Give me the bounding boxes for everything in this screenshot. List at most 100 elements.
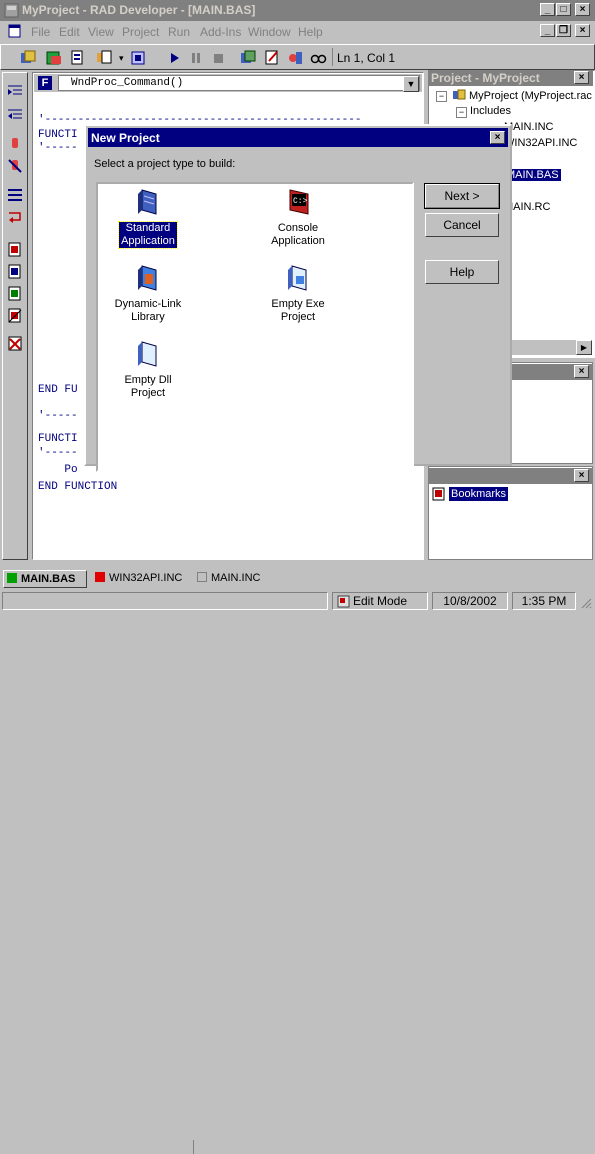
menu-project[interactable]: Project — [122, 25, 159, 39]
menu-view[interactable]: View — [88, 25, 114, 39]
bookmarks-item[interactable]: Bookmarks — [449, 487, 509, 501]
menu-file[interactable]: File — [31, 25, 50, 39]
build-icon[interactable] — [45, 49, 63, 67]
project-type-label: Dynamic-Link Library — [114, 298, 182, 323]
code-line: FUNCTI — [38, 129, 78, 141]
code-line: END FUNCTION — [38, 481, 118, 493]
uncomment-icon[interactable] — [6, 157, 24, 175]
indent-icon[interactable] — [6, 83, 24, 99]
edit-mode-icon — [337, 595, 350, 608]
bookmark-toggle-icon[interactable] — [6, 241, 24, 259]
close-button[interactable]: × — [575, 3, 590, 16]
document-icon — [8, 24, 21, 38]
menu-edit[interactable]: Edit — [59, 25, 80, 39]
tree-item[interactable]: MAIN.BAS — [504, 169, 561, 181]
maximize-button[interactable]: □ — [556, 3, 571, 16]
menu-add-ins[interactable]: Add-Ins — [200, 25, 241, 39]
tree-collapse-icon[interactable]: − — [456, 107, 467, 118]
bookmarks-icon — [432, 487, 445, 501]
function-selector[interactable]: F WndProc_Command() ▼ — [34, 74, 422, 92]
help-button[interactable]: Help — [424, 259, 500, 285]
delete-bookmarks-icon[interactable] — [6, 335, 24, 353]
resize-grip-icon[interactable] — [580, 597, 592, 609]
tree-item[interactable]: Includes — [470, 105, 511, 117]
child-close-button[interactable]: × — [575, 24, 590, 37]
next-button[interactable]: Next > — [424, 183, 500, 209]
code-line: FUNCTI — [38, 433, 78, 445]
window-title: MyProject - RAD Developer - [MAIN.BAS] — [22, 3, 256, 17]
tools-icon[interactable] — [287, 49, 305, 67]
project-type-empty-exe-project[interactable]: Empty Exe Project — [248, 262, 348, 324]
wrap-icon[interactable] — [6, 209, 24, 225]
project-icon[interactable] — [239, 49, 257, 67]
menu-help[interactable]: Help — [298, 25, 323, 39]
project-type-console-application[interactable]: C:> Console Application — [248, 186, 348, 248]
status-date: 10/8/2002 — [432, 592, 508, 610]
code-line: '----- — [38, 410, 78, 422]
scroll-right-icon[interactable]: ▶ — [576, 340, 592, 355]
pause-icon[interactable] — [187, 49, 205, 67]
dialog-title: New Project — [91, 131, 160, 145]
project-type-list: Standard Application C:> Console Applicati… — [96, 182, 414, 472]
options-icon[interactable] — [129, 49, 147, 67]
menu-window[interactable]: Window — [248, 25, 291, 39]
menu-run[interactable]: Run — [168, 25, 190, 39]
bookmark-clear-icon[interactable] — [6, 307, 24, 325]
function-badge: F — [38, 76, 52, 90]
cancel-button[interactable]: Cancel — [424, 212, 500, 238]
align-icon[interactable] — [6, 187, 24, 203]
tab-color-icon — [7, 573, 17, 583]
app-icon — [4, 3, 19, 18]
function-name: WndProc_Command() — [71, 77, 184, 89]
bookmark-next-icon[interactable] — [6, 263, 24, 281]
tree-item[interactable]: MyProject (MyProject.rac — [452, 89, 592, 102]
tree-item[interactable]: WIN32API.INC — [504, 137, 577, 149]
compile-icon[interactable] — [19, 49, 37, 67]
status-message — [2, 592, 328, 610]
status-mode: Edit Mode — [332, 592, 428, 610]
bookmark-prev-icon[interactable] — [6, 285, 24, 303]
stop-icon[interactable] — [209, 49, 227, 67]
comment-icon[interactable] — [6, 135, 24, 153]
child-restore-button[interactable]: ❐ — [556, 24, 571, 37]
dropdown-arrow-icon[interactable]: ▾ — [119, 53, 124, 64]
svg-text:C:>: C:> — [293, 197, 308, 206]
empty-exe-project-icon — [282, 262, 314, 294]
dialog-prompt: Select a project type to build: — [94, 158, 236, 170]
code-line: Po — [38, 464, 78, 476]
tab-main-bas[interactable]: MAIN.BAS — [3, 570, 87, 588]
menu-bar: File Edit View Project Run Add-Ins Windo… — [0, 21, 595, 42]
bookmark-icon[interactable] — [69, 49, 87, 67]
bookmarks-panel-close-button[interactable]: × — [574, 469, 589, 482]
project-type-empty-dll-project[interactable]: Empty Dll Project — [98, 338, 198, 400]
code-line: '----- — [38, 142, 78, 154]
function-dropdown-icon[interactable]: ▼ — [403, 76, 419, 92]
output-panel-close-button[interactable]: × — [574, 365, 589, 378]
tab-main-inc[interactable]: MAIN.INC — [194, 570, 284, 586]
project-node-icon — [453, 89, 466, 100]
minimize-button[interactable]: _ — [540, 3, 555, 16]
run-icon[interactable] — [165, 49, 183, 67]
project-type-label: Standard Application — [118, 221, 178, 249]
project-type-dynamic-link-library[interactable]: Dynamic-Link Library — [98, 262, 198, 324]
edit-doc-icon[interactable] — [263, 49, 281, 67]
child-minimize-button[interactable]: _ — [540, 24, 555, 37]
toolbar: ▾ Ln 1, Col 1 — [0, 44, 595, 70]
document-tabs: MAIN.BAS WIN32API.INC MAIN.INC — [0, 568, 595, 1154]
status-bar: Edit Mode 10/8/2002 1:35 PM — [0, 589, 595, 613]
title-bar: MyProject - RAD Developer - [MAIN.BAS] _… — [0, 0, 595, 21]
outdent-icon[interactable] — [6, 107, 24, 123]
project-type-label: Empty Exe Project — [271, 298, 325, 323]
debug-icon[interactable] — [95, 49, 113, 67]
standard-application-icon — [132, 186, 164, 218]
project-type-label: Console Application — [271, 222, 325, 247]
find-icon[interactable] — [309, 49, 327, 67]
project-type-standard-application[interactable]: Standard Application — [98, 186, 198, 249]
tab-win32api-inc[interactable]: WIN32API.INC — [92, 570, 192, 586]
project-panel-title: Project - MyProject — [431, 71, 540, 85]
left-toolbar — [2, 72, 28, 560]
dialog-close-button[interactable]: × — [490, 131, 505, 144]
tree-collapse-icon[interactable]: − — [436, 91, 447, 102]
project-panel-close-button[interactable]: × — [574, 71, 589, 84]
project-panel-header: Project - MyProject × — [428, 70, 593, 86]
